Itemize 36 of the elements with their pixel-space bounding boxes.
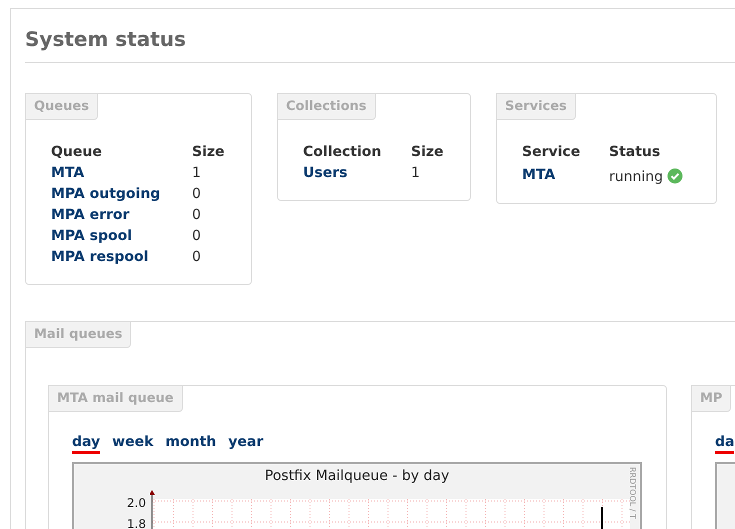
table-cell-text: 1: [411, 164, 420, 183]
table-cell-text: 0: [192, 248, 201, 267]
column-header: Service: [522, 143, 582, 162]
axis-tick-label: 2.0: [126, 495, 146, 512]
period-tab[interactable]: year: [228, 433, 264, 454]
graph-title: Postfix Mailqueue - by day: [264, 467, 450, 486]
box-legend: Mail queues: [25, 321, 132, 348]
table-cell-text: 0: [192, 206, 201, 225]
box-legend: MP: [691, 385, 732, 412]
table-link[interactable]: MPA respool: [51, 247, 192, 268]
table-link[interactable]: MTA: [522, 165, 609, 186]
axis-tick-label: 1.8: [126, 516, 146, 529]
table-cell-text: 0: [192, 185, 201, 204]
table-cell-text: 1: [192, 164, 201, 183]
column-header: Size: [192, 143, 225, 162]
table-link[interactable]: MPA outgoing: [51, 184, 192, 205]
column-header: Collection: [303, 143, 382, 162]
table-link[interactable]: MPA spool: [51, 226, 192, 247]
period-tab[interactable]: month: [165, 433, 216, 454]
box-legend: Services: [496, 93, 576, 120]
table-cell-text: 0: [192, 227, 201, 246]
column-header: Status: [609, 143, 660, 162]
period-tab[interactable]: da: [715, 433, 734, 454]
table-link[interactable]: MTA: [51, 163, 192, 184]
column-header: Size: [411, 143, 444, 162]
table-link[interactable]: MPA error: [51, 205, 192, 226]
table-link[interactable]: Users: [303, 163, 411, 184]
graph-side-text: RRDTOOL / T: [628, 467, 637, 519]
page-title: System status: [25, 26, 187, 53]
period-tab[interactable]: week: [112, 433, 154, 454]
box-legend: MTA mail queue: [48, 385, 183, 412]
box-legend: Queues: [25, 93, 98, 120]
period-tab[interactable]: day: [72, 433, 100, 454]
table-cell-text: running: [609, 168, 664, 187]
box-legend: Collections: [277, 93, 376, 120]
column-header: Queue: [51, 143, 103, 162]
